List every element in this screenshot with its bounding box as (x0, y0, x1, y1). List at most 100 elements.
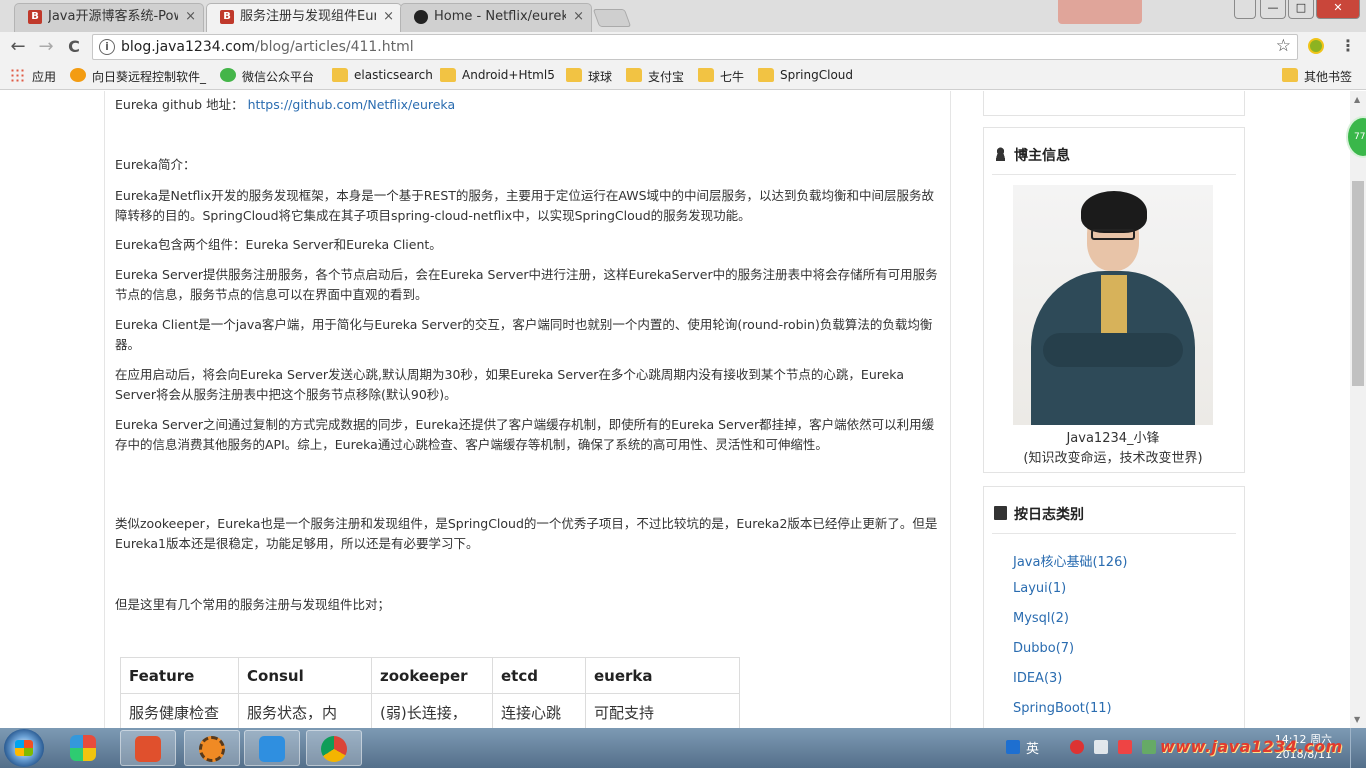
browser-menu-icon[interactable]: ⋮ (1340, 36, 1356, 55)
category-link[interactable]: SpringBoot(11) (1013, 701, 1112, 716)
ime-language[interactable]: 英 (1026, 738, 1039, 757)
folder-icon (440, 68, 456, 82)
category-link[interactable]: Layui(1) (1013, 581, 1066, 596)
url-path: /blog/articles/411.html (255, 39, 414, 55)
bookmark-wechat-mp[interactable]: 微信公众平台 (220, 68, 314, 85)
page-scrollbar[interactable]: ▲ ▼ (1350, 91, 1366, 728)
site-watermark: www.java1234.com (1160, 737, 1343, 756)
bookmark-star-icon[interactable]: ☆ (1276, 36, 1291, 56)
taskbar-app-chrome[interactable] (306, 730, 362, 766)
table-cell: 服务状态，内 (238, 693, 372, 728)
start-button[interactable] (4, 729, 44, 767)
bookmark-android-html5[interactable]: Android+Html5 (440, 68, 555, 82)
bookmark-qiniu[interactable]: 七牛 (698, 68, 744, 85)
scroll-up-icon[interactable]: ▲ (1354, 95, 1360, 104)
chrome-icon (321, 736, 347, 762)
paragraph: 类似zookeeper，Eureka也是一个服务注册和发现组件，是SpringC… (115, 516, 938, 551)
wechat-icon (220, 68, 236, 82)
tray-app-icon[interactable] (1070, 740, 1084, 754)
tab-java-blog[interactable]: B Java开源博客系统-Pow × (14, 3, 204, 32)
bookmark-alipay[interactable]: 支付宝 (626, 68, 684, 85)
blog-favicon-icon: B (28, 10, 42, 24)
window-menu-icon[interactable] (1234, 0, 1256, 19)
table-header-cell: zookeeper (371, 657, 493, 694)
table-header-cell: Feature (120, 657, 239, 694)
forward-button[interactable]: → (34, 35, 58, 59)
scroll-thumb[interactable] (1352, 181, 1364, 386)
reload-button[interactable]: C (62, 35, 86, 59)
tab-eureka-article[interactable]: B 服务注册与发现组件Eure × (206, 3, 402, 32)
presentation-app-icon (135, 736, 161, 762)
folder-icon (1282, 68, 1298, 82)
table-header-cell: euerka (585, 657, 740, 694)
category-link[interactable]: IDEA(3) (1013, 671, 1062, 686)
table-row: 服务健康检查 服务状态，内 (弱)长连接， 连接心跳 可配支持 (120, 693, 740, 728)
category-link[interactable]: Dubbo(7) (1013, 641, 1074, 656)
blogger-motto: (知识改变命运，技术改变世界) (1023, 451, 1203, 466)
apps-icon (10, 68, 26, 82)
taskbar-app-writer[interactable] (244, 730, 300, 766)
tab-title: Home - Netflix/eureka (434, 9, 566, 24)
sidebar-panel-top (983, 91, 1245, 116)
divider (992, 533, 1236, 534)
category-heading: 按日志类别 (994, 504, 1084, 524)
article-body: Eureka github 地址： https://github.com/Net… (104, 91, 951, 728)
taskbar-app-wps[interactable] (120, 730, 176, 766)
paragraph: Eureka Client是一个java客户端，用于简化与Eureka Serv… (115, 317, 933, 352)
sunlogin-icon (70, 68, 86, 82)
site-info-icon[interactable]: i (99, 39, 115, 55)
user-icon (994, 147, 1007, 161)
close-tab-icon[interactable]: × (573, 3, 584, 30)
writer-app-icon (259, 736, 285, 762)
close-tab-icon[interactable]: × (383, 3, 394, 30)
url-text[interactable]: blog.java1234.com/blog/articles/411.html (121, 39, 414, 55)
extension-icon[interactable] (1308, 38, 1324, 54)
window-user-button[interactable] (1058, 0, 1142, 24)
bookmark-apps[interactable]: 应用 (10, 68, 56, 85)
comparison-table: Feature Consul zookeeper etcd euerka 服务健… (120, 657, 740, 728)
intro-heading: Eureka简介： (115, 157, 196, 172)
bookmark-elasticsearch[interactable]: elasticsearch (332, 68, 433, 82)
back-button[interactable]: ← (6, 35, 30, 59)
book-icon (994, 506, 1007, 520)
table-cell: (弱)长连接， (371, 693, 493, 728)
github-link[interactable]: https://github.com/Netflix/eureka (248, 97, 456, 112)
bookmark-other[interactable]: 其他书签 (1282, 68, 1352, 85)
folder-icon (332, 68, 348, 82)
close-window-button[interactable]: ✕ (1316, 0, 1360, 19)
table-cell: 服务健康检查 (120, 693, 239, 728)
taskbar-app-launcher[interactable] (56, 730, 112, 766)
minimize-button[interactable]: — (1260, 0, 1286, 19)
category-link[interactable]: Java核心基础(126) (1013, 551, 1127, 570)
show-desktop-button[interactable] (1350, 728, 1366, 768)
gear-tool-icon (199, 736, 225, 762)
input-method-icon[interactable] (1006, 740, 1020, 754)
maximize-button[interactable]: □ (1288, 0, 1314, 19)
category-panel: 按日志类别 (983, 486, 1245, 728)
github-icon (414, 10, 428, 24)
bookmark-springcloud[interactable]: SpringCloud (758, 68, 853, 82)
browser-toolbar: ← → C i blog.java1234.com/blog/articles/… (0, 32, 1366, 62)
tray-network-icon[interactable] (1142, 740, 1156, 754)
url-host: blog.java1234.com (121, 39, 255, 55)
paragraph: Eureka Server提供服务注册服务，各个节点启动后，会在Eureka S… (115, 267, 938, 302)
category-link[interactable]: Mysql(2) (1013, 611, 1069, 626)
scroll-down-icon[interactable]: ▼ (1354, 715, 1360, 724)
paragraph: 但是这里有几个常用的服务注册与发现组件比对； (115, 597, 391, 612)
windows-logo-icon (15, 740, 33, 756)
tab-strip: B Java开源博客系统-Pow × B 服务注册与发现组件Eure × Hom… (0, 0, 1366, 32)
tab-github-eureka[interactable]: Home - Netflix/eureka × (400, 3, 592, 32)
blog-favicon-icon: B (220, 10, 234, 24)
bookmark-qiuqiu[interactable]: 球球 (566, 68, 612, 85)
folder-icon (626, 68, 642, 82)
address-bar[interactable]: i blog.java1234.com/blog/articles/411.ht… (92, 34, 1298, 60)
tray-security-icon[interactable] (1118, 740, 1132, 754)
new-tab-button[interactable] (592, 9, 632, 27)
tray-clipboard-icon[interactable] (1094, 740, 1108, 754)
close-tab-icon[interactable]: × (185, 3, 196, 30)
taskbar-app-tool[interactable] (184, 730, 240, 766)
bookmark-sunlogin[interactable]: 向日葵远程控制软件_ (70, 68, 206, 85)
paragraph: Eureka是Netflix开发的服务发现框架，本身是一个基于REST的服务，主… (115, 188, 935, 223)
tab-title: 服务注册与发现组件Eure (240, 9, 376, 24)
table-header-row: Feature Consul zookeeper etcd euerka (120, 657, 740, 694)
